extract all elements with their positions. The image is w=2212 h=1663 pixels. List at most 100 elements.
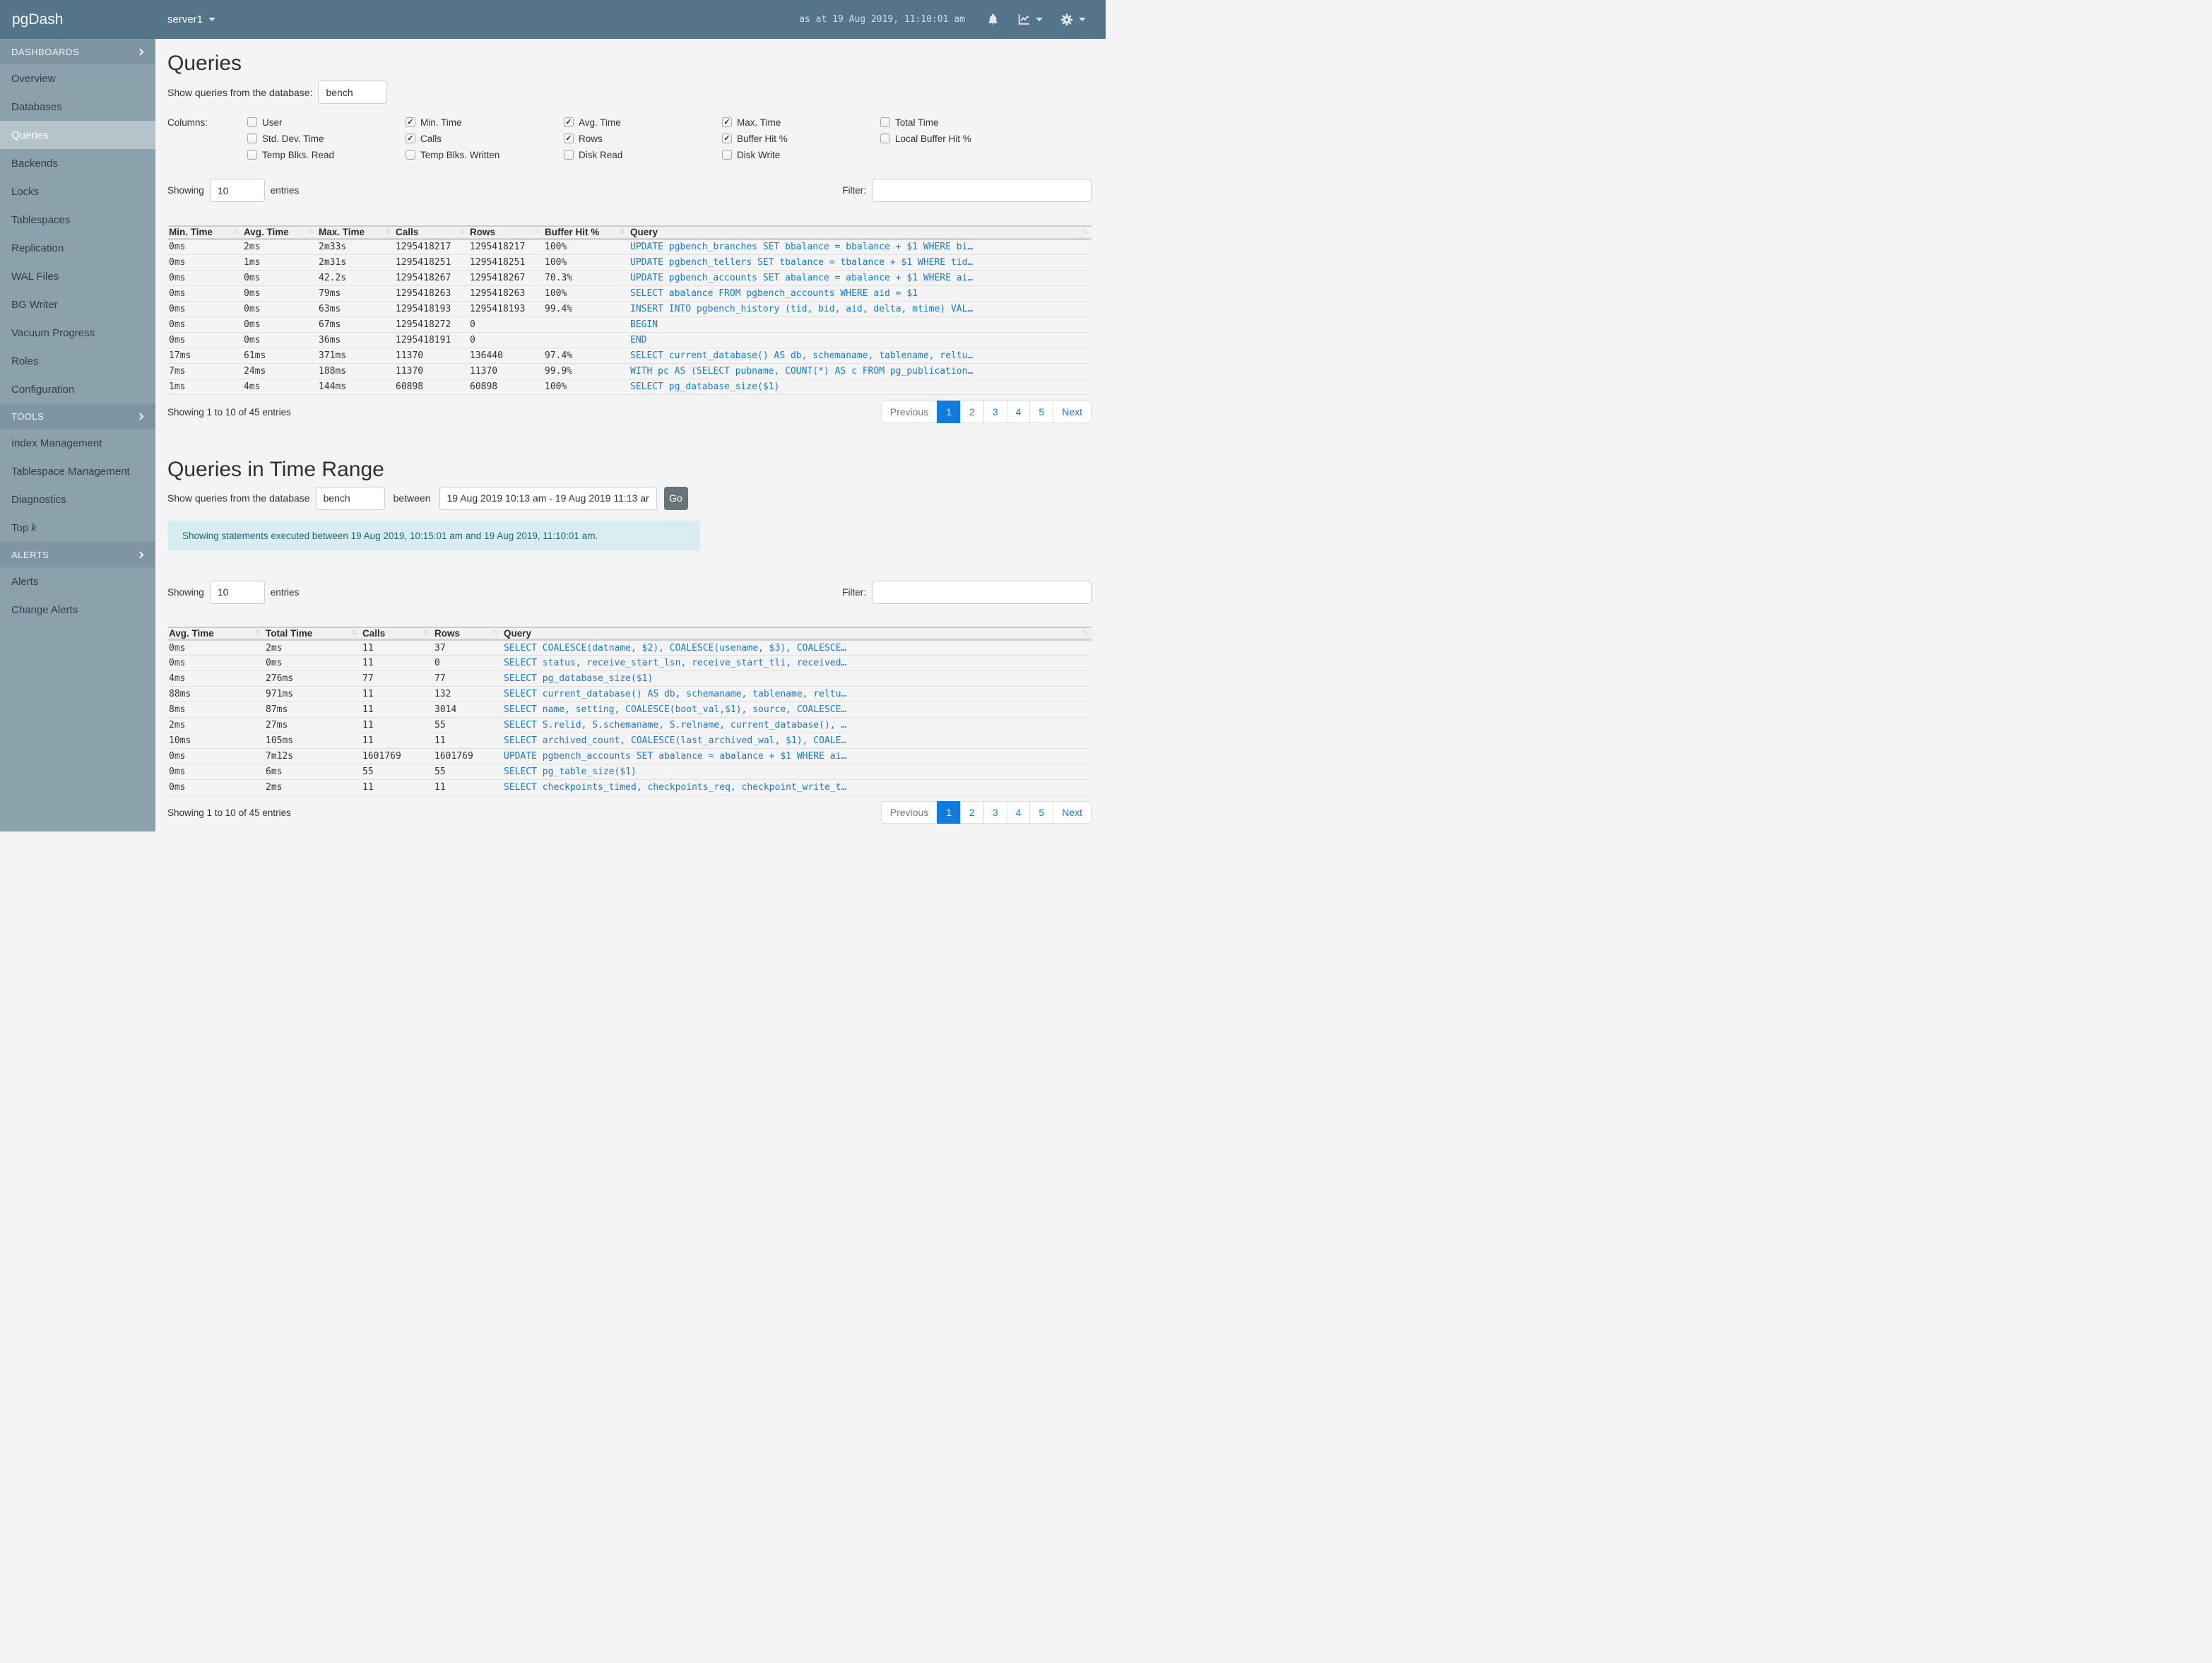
settings-menu-button[interactable] — [1060, 13, 1086, 27]
column-option-rows[interactable]: Rows — [564, 133, 722, 144]
checkbox-user[interactable] — [247, 117, 257, 127]
notifications-button[interactable] — [986, 13, 1000, 26]
query-link[interactable]: SELECT S.relid, S.schemaname, S.relname,… — [504, 720, 846, 730]
column-header-calls[interactable]: Calls ↑↓ — [361, 626, 433, 641]
column-header-min-time[interactable]: Min. Time ↑↓ — [167, 225, 242, 240]
checkbox-temp-blks-read[interactable] — [247, 150, 257, 160]
pagination-page-1[interactable]: 1 — [937, 801, 962, 824]
sidebar-item-queries[interactable]: Queries — [0, 121, 155, 149]
sidebar-item-index-management[interactable]: Index Management — [0, 429, 155, 457]
pagination-page-5[interactable]: 5 — [1029, 400, 1054, 423]
column-header-query[interactable]: Query ↑↓ — [629, 225, 1092, 240]
entries-count-input-2[interactable] — [209, 580, 265, 604]
query-link[interactable]: SELECT pg_database_size($1) — [630, 381, 779, 392]
sidebar-item-roles[interactable]: Roles — [0, 347, 155, 375]
query-link[interactable]: UPDATE pgbench_tellers SET tbalance = tb… — [630, 257, 973, 268]
checkbox-total-time[interactable] — [880, 117, 890, 127]
sidebar-item-locks[interactable]: Locks — [0, 177, 155, 206]
query-link[interactable]: UPDATE pgbench_branches SET bbalance = b… — [630, 242, 973, 252]
sort-icon[interactable]: ↑↓ — [1082, 628, 1089, 637]
checkbox-disk-write[interactable] — [722, 150, 732, 160]
column-option-disk-write[interactable]: Disk Write — [722, 149, 880, 160]
sidebar-item-tablespaces[interactable]: Tablespaces — [0, 206, 155, 234]
charts-menu-button[interactable] — [1017, 13, 1043, 26]
checkbox-local-buffer-hit[interactable] — [880, 134, 890, 143]
column-header-max-time[interactable]: Max. Time ↑↓ — [317, 225, 394, 240]
checkbox-avg-time[interactable] — [564, 117, 574, 127]
sidebar-section-tools[interactable]: TOOLS — [0, 403, 155, 429]
query-link[interactable]: BEGIN — [630, 319, 658, 330]
sort-icon[interactable]: ↑↓ — [534, 227, 540, 235]
query-link[interactable]: INSERT INTO pgbench_history (tid, bid, a… — [630, 304, 973, 314]
pagination-page-4[interactable]: 4 — [1006, 801, 1031, 824]
sidebar-item-diagnostics[interactable]: Diagnostics — [0, 485, 155, 514]
checkbox-rows[interactable] — [564, 134, 574, 143]
pagination-page-5[interactable]: 5 — [1029, 801, 1054, 824]
checkbox-disk-read[interactable] — [564, 150, 574, 160]
query-link[interactable]: SELECT status, receive_start_lsn, receiv… — [504, 658, 846, 668]
column-option-temp-blks-written[interactable]: Temp Blks. Written — [406, 149, 564, 160]
query-link[interactable]: SELECT current_database() AS db, scheman… — [630, 350, 973, 361]
query-link[interactable]: SELECT pg_table_size($1) — [504, 767, 637, 777]
column-header-rows[interactable]: Rows ↑↓ — [468, 225, 543, 240]
time-range-input[interactable] — [439, 486, 657, 510]
query-link[interactable]: UPDATE pgbench_accounts SET abalance = a… — [630, 273, 973, 283]
query-link[interactable]: SELECT pg_database_size($1) — [504, 673, 653, 684]
column-header-rows[interactable]: Rows ↑↓ — [433, 626, 502, 641]
pagination-page-3[interactable]: 3 — [983, 801, 1007, 824]
column-option-disk-read[interactable]: Disk Read — [564, 149, 722, 160]
pagination-page-2[interactable]: 2 — [960, 400, 984, 423]
column-header-calls[interactable]: Calls ↑↓ — [394, 225, 468, 240]
sidebar-item-replication[interactable]: Replication — [0, 234, 155, 262]
query-link[interactable]: END — [630, 335, 646, 345]
column-header-avg-time[interactable]: Avg. Time ↑↓ — [167, 626, 264, 641]
query-link[interactable]: SELECT COALESCE(datname, $2), COALESCE(u… — [504, 643, 846, 653]
column-header-buffer-hit[interactable]: Buffer Hit % ↑↓ — [543, 225, 629, 240]
checkbox-max-time[interactable] — [722, 117, 732, 127]
filter-input[interactable] — [872, 179, 1092, 202]
sort-icon[interactable]: ↑↓ — [620, 227, 626, 235]
column-option-calls[interactable]: Calls — [406, 133, 564, 144]
sidebar-item-alerts[interactable]: Alerts — [0, 567, 155, 596]
column-option-avg-time[interactable]: Avg. Time — [564, 117, 722, 128]
pagination-page-1[interactable]: 1 — [937, 400, 962, 423]
sort-icon[interactable]: ↑↓ — [493, 628, 499, 637]
column-header-total-time[interactable]: Total Time ↑↓ — [264, 626, 361, 641]
checkbox-buffer-hit[interactable] — [722, 134, 732, 143]
sidebar-section-dashboards[interactable]: DASHBOARDS — [0, 39, 155, 64]
column-option-max-time[interactable]: Max. Time — [722, 117, 880, 128]
pagination-page-4[interactable]: 4 — [1006, 400, 1031, 423]
pagination-next[interactable]: Next — [1053, 400, 1092, 423]
query-link[interactable]: SELECT checkpoints_timed, checkpoints_re… — [504, 782, 846, 793]
query-link[interactable]: UPDATE pgbench_accounts SET abalance = a… — [504, 751, 846, 762]
sort-icon[interactable]: ↑↓ — [233, 227, 239, 235]
sort-icon[interactable]: ↑↓ — [459, 227, 466, 235]
sort-icon[interactable]: ↑↓ — [352, 628, 358, 637]
column-option-buffer-hit[interactable]: Buffer Hit % — [722, 133, 880, 144]
database-input-2[interactable] — [315, 486, 385, 510]
query-link[interactable]: SELECT abalance FROM pgbench_accounts WH… — [630, 288, 918, 299]
column-option-min-time[interactable]: Min. Time — [406, 117, 564, 128]
checkbox-std-dev-time[interactable] — [247, 134, 257, 143]
sidebar-item-overview[interactable]: Overview — [0, 64, 155, 93]
sidebar-item-databases[interactable]: Databases — [0, 93, 155, 121]
sidebar-item-vacuum-progress[interactable]: Vacuum Progress — [0, 319, 155, 347]
column-header-avg-time[interactable]: Avg. Time ↑↓ — [242, 225, 317, 240]
checkbox-min-time[interactable] — [406, 117, 415, 127]
sidebar-item-tablespace-management[interactable]: Tablespace Management — [0, 457, 155, 485]
column-header-query[interactable]: Query ↑↓ — [502, 626, 1092, 641]
pagination-page-2[interactable]: 2 — [960, 801, 984, 824]
filter-input-2[interactable] — [872, 580, 1092, 604]
checkbox-calls[interactable] — [406, 134, 415, 143]
sort-icon[interactable]: ↑↓ — [308, 227, 314, 235]
sort-icon[interactable]: ↑↓ — [1082, 227, 1089, 235]
column-option-user[interactable]: User — [247, 117, 406, 128]
sidebar-item-backends[interactable]: Backends — [0, 149, 155, 177]
query-link[interactable]: SELECT current_database() AS db, scheman… — [504, 689, 846, 699]
sidebar-section-alerts[interactable]: ALERTS — [0, 542, 155, 567]
query-link[interactable]: SELECT archived_count, COALESCE(last_arc… — [504, 735, 846, 746]
query-link[interactable]: SELECT name, setting, COALESCE(boot_val,… — [504, 704, 846, 715]
query-link[interactable]: WITH pc AS (SELECT pubname, COUNT(*) AS … — [630, 366, 973, 377]
pagination-previous[interactable]: Previous — [880, 400, 938, 423]
sidebar-item-wal-files[interactable]: WAL Files — [0, 262, 155, 290]
